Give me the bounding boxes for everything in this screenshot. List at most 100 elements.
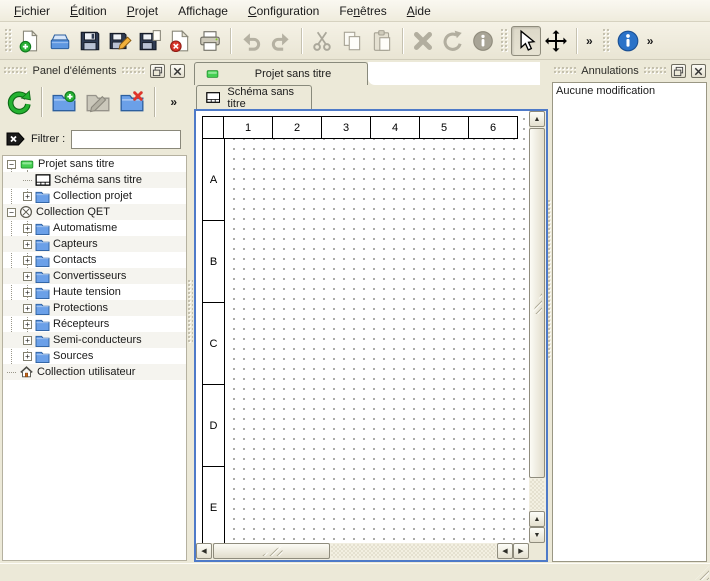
tree-item-label: Projet sans titre [38,158,114,170]
schema-tab[interactable]: Schéma sans titre [196,85,312,109]
tree-item-collection-projet[interactable]: +Collection projet [3,188,186,204]
undo-panel-titlebar[interactable]: Annulations [552,62,708,80]
cut-button[interactable] [307,26,337,56]
tree-item-collection-qet[interactable]: −Collection QET [3,204,186,220]
undo-button[interactable] [236,26,266,56]
float-dock-button[interactable] [671,64,686,78]
save-button[interactable] [75,26,105,56]
tree-item-schema-sans-titre[interactable]: Schéma sans titre [3,172,186,188]
menu-item-fichier[interactable]: Fichier [4,2,60,20]
save-all-button[interactable] [135,26,165,56]
scroll-left-button-2[interactable]: ◀ [497,543,513,559]
toolbar-overflow-chevron[interactable]: » [643,34,658,48]
print-button[interactable] [195,26,225,56]
elements-panel-titlebar[interactable]: Panel d'éléments [2,62,187,80]
folder-icon [35,350,50,363]
expand-plus-icon[interactable]: + [23,304,32,313]
tree-item-label: Schéma sans titre [54,174,142,186]
project-icon [19,158,35,171]
new-category-button[interactable] [47,85,81,119]
tree-item-recepteurs[interactable]: +Récepteurs [3,316,186,332]
element-tree[interactable]: −Projet sans titreSchéma sans titre+Coll… [2,155,187,561]
delete-button[interactable] [408,26,438,56]
expand-plus-icon[interactable]: + [23,352,32,361]
scroll-left-button[interactable]: ◀ [196,543,212,559]
expand-plus-icon[interactable]: + [23,240,32,249]
tree-item-sources[interactable]: +Sources [3,348,186,364]
scroll-up-button-2[interactable]: ▲ [529,511,545,527]
menu-item-affichage[interactable]: Affichage [168,2,238,20]
about-info-button[interactable] [613,26,643,56]
menu-item-configuration[interactable]: Configuration [238,2,329,20]
project-tab-label: Projet sans titre [228,68,358,80]
element-infos-button[interactable] [468,26,498,56]
tree-item-automatisme[interactable]: +Automatisme [3,220,186,236]
horizontal-scroll-track[interactable] [331,544,496,558]
tree-item-collection-utilisateur[interactable]: Collection utilisateur [3,364,186,380]
tree-item-projet-sans-titre[interactable]: − Projet sans titre [3,156,186,172]
tree-branch-line [23,180,32,181]
copy-button[interactable] [337,26,367,56]
redo-button[interactable] [266,26,296,56]
reload-collections-button[interactable] [2,85,36,119]
expand-plus-icon[interactable]: + [23,224,32,233]
toolbar-handle[interactable] [603,29,610,53]
rotate-button[interactable] [438,26,468,56]
schema-canvas[interactable]: 123456ABCDE [196,111,529,543]
tree-item-capteurs[interactable]: +Capteurs [3,236,186,252]
close-file-button[interactable] [165,26,195,56]
tree-item-protections[interactable]: +Protections [3,300,186,316]
edit-category-button[interactable] [81,85,115,119]
toolbar-handle[interactable] [501,29,508,53]
expand-plus-icon[interactable]: + [23,288,32,297]
filter-row: Filtrer : [2,126,187,152]
close-dock-button[interactable] [170,64,185,78]
vertical-scroll-track[interactable] [530,479,544,510]
vertical-scrollbar[interactable]: ▲ ▲ ▼ [529,111,546,543]
collapse-minus-icon[interactable]: − [7,160,16,169]
delete-category-button[interactable] [115,85,149,119]
horizontal-scroll-thumb[interactable] [213,543,330,559]
close-dock-button[interactable] [691,64,706,78]
new-document-button[interactable] [15,26,45,56]
menu-item-aide[interactable]: Aide [397,2,441,20]
move-mode-button[interactable] [541,26,571,56]
expand-plus-icon[interactable]: + [23,320,32,329]
tree-item-convertisseurs[interactable]: +Convertisseurs [3,268,186,284]
tree-item-semi-conducteurs[interactable]: +Semi-conducteurs [3,332,186,348]
thumb-grip [532,292,542,314]
resize-grip[interactable] [695,566,709,580]
float-dock-button[interactable] [150,64,165,78]
collapse-minus-icon[interactable]: − [7,208,16,217]
menu-item-projet[interactable]: Projet [117,2,168,20]
filter-input[interactable] [71,130,181,149]
grid-corner-cell [202,116,224,139]
expand-plus-icon[interactable]: + [23,256,32,265]
open-document-button[interactable] [45,26,75,56]
selection-mode-button[interactable] [511,26,541,56]
tree-item-haute-tension[interactable]: +Haute tension [3,284,186,300]
menu-item-edition[interactable]: Édition [60,2,117,20]
left-splitter-handle[interactable] [188,280,193,344]
paste-button[interactable] [367,26,397,56]
menu-item-fenetres[interactable]: Fenêtres [329,2,396,20]
toolbar-handle[interactable] [5,29,12,53]
horizontal-scrollbar[interactable]: ◀ ◀ ▶ [196,543,529,560]
expand-plus-icon[interactable]: + [23,272,32,281]
scroll-right-button[interactable]: ▶ [513,543,529,559]
save-as-button[interactable] [105,26,135,56]
tree-item-contacts[interactable]: +Contacts [3,252,186,268]
project-tab[interactable]: Projet sans titre [194,62,368,85]
toolbar-separator [576,28,577,54]
vertical-scroll-thumb[interactable] [529,128,545,478]
panel-overflow-chevron[interactable]: » [166,95,181,109]
schema-view[interactable]: 123456ABCDE ▲ ▲ ▼ ◀ ◀ ▶ [194,109,548,562]
clear-filter-icon[interactable] [6,132,25,146]
scroll-down-button[interactable]: ▼ [529,527,545,543]
expand-plus-icon[interactable]: + [23,336,32,345]
undo-list-item[interactable]: Aucune modification [553,83,706,99]
expand-plus-icon[interactable]: + [23,192,32,201]
undo-list[interactable]: Aucune modification [552,82,707,562]
scroll-up-button[interactable]: ▲ [529,111,545,127]
toolbar-overflow-chevron[interactable]: » [582,34,597,48]
